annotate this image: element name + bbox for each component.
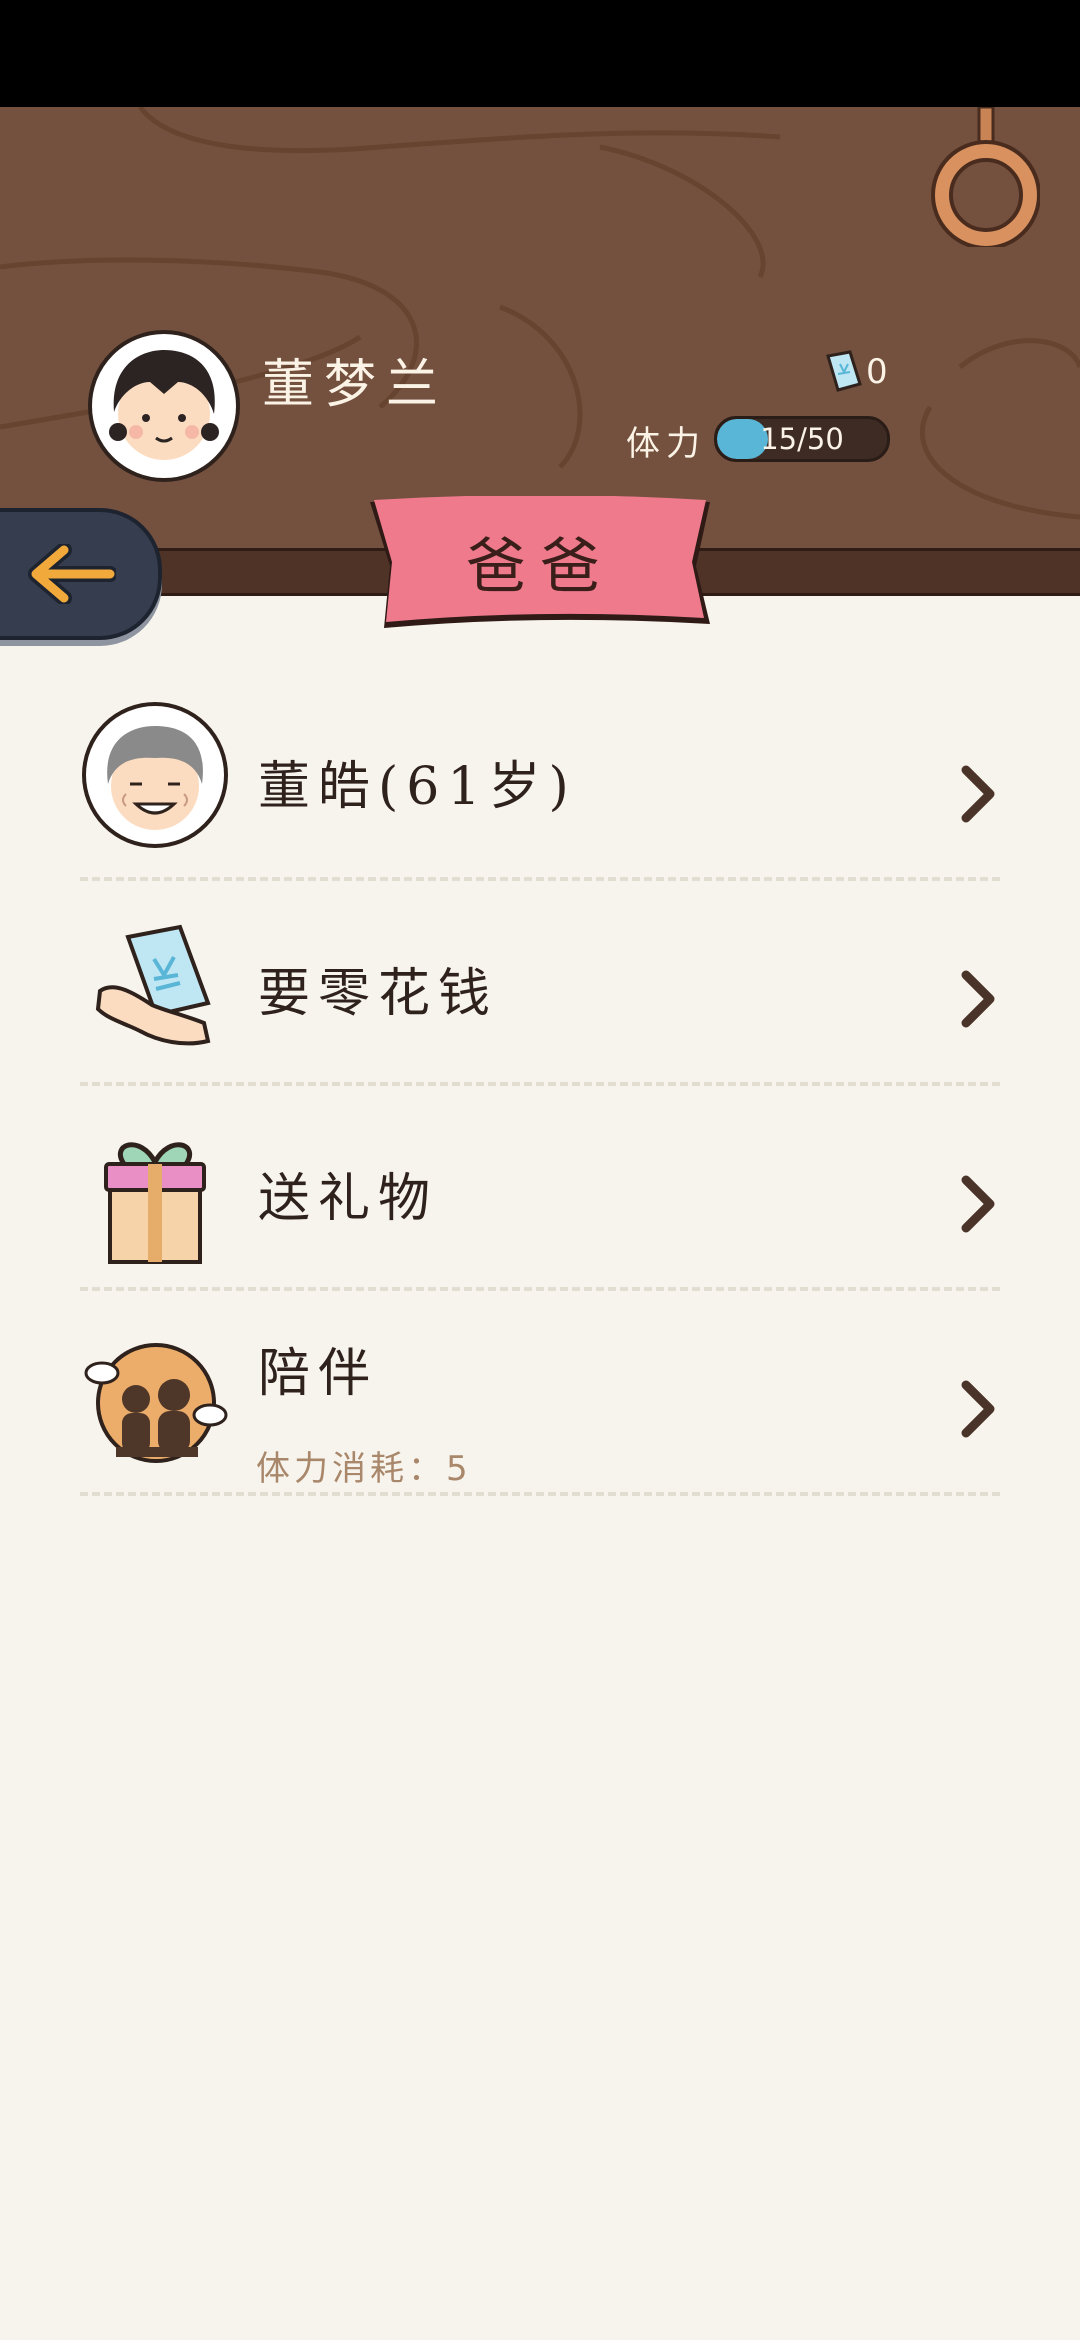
menu-item-send-gift[interactable]: 送礼物 xyxy=(80,1086,1000,1291)
chevron-right-icon xyxy=(961,1175,995,1233)
companion-icon xyxy=(84,1343,228,1463)
menu-label-accompany: 陪伴 xyxy=(258,1344,379,1404)
back-arrow-icon xyxy=(28,544,116,604)
stamina-bar: 15/50 xyxy=(714,416,890,462)
divider xyxy=(80,1492,1000,1496)
player-avatar[interactable] xyxy=(88,330,240,482)
chevron-right-icon xyxy=(961,765,995,823)
menu-label-send-gift: 送礼物 xyxy=(258,1169,439,1229)
chevron-right-icon xyxy=(961,1380,995,1438)
menu-item-father-profile[interactable]: 董皓(61岁) xyxy=(80,676,1000,881)
menu-item-ask-allowance[interactable]: 要零花钱 xyxy=(80,881,1000,1086)
page-title: 爸爸 xyxy=(466,532,614,602)
stamina-label: 体力 xyxy=(626,424,706,464)
menu-item-accompany[interactable]: 陪伴 体力消耗：5 xyxy=(80,1291,1000,1496)
menu-label-father-profile: 董皓(61岁) xyxy=(258,757,577,817)
status-bar xyxy=(0,0,1080,107)
player-name: 董梦兰 xyxy=(262,355,449,415)
back-button[interactable] xyxy=(0,508,162,640)
chevron-right-icon xyxy=(961,970,995,1028)
hanging-ring-icon[interactable] xyxy=(930,107,1040,247)
money-ticket-icon xyxy=(826,350,862,392)
ticket-count: 0 xyxy=(866,352,888,392)
gift-box-icon xyxy=(104,1142,206,1264)
money-hand-icon xyxy=(95,924,211,1046)
stamina-value: 15/50 xyxy=(760,422,844,456)
menu-label-ask-allowance: 要零花钱 xyxy=(258,964,499,1024)
menu-sub-stamina-cost: 体力消耗：5 xyxy=(256,1449,472,1489)
grandpa-avatar-icon xyxy=(82,702,228,848)
